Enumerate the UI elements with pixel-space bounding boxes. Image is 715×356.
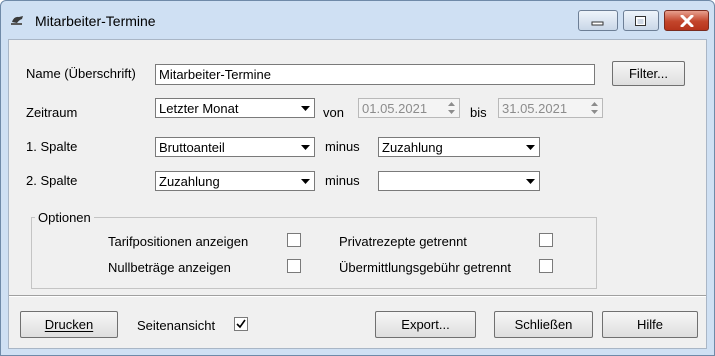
window-title: Mitarbeiter-Termine	[35, 13, 156, 29]
spalte1-label: 1. Spalte	[26, 139, 78, 154]
uebermittlung-label: Übermittlungsgebühr getrennt	[339, 260, 511, 275]
bis-label: bis	[470, 105, 487, 120]
spin-down-icon[interactable]	[588, 108, 601, 116]
von-date-value: 01.05.2021	[362, 101, 428, 116]
drucken-button[interactable]: Drucken	[20, 311, 118, 338]
name-input[interactable]: Mitarbeiter-Termine	[155, 64, 595, 85]
privat-checkbox[interactable]	[539, 233, 553, 247]
chevron-down-icon	[297, 100, 313, 116]
von-label: von	[323, 105, 344, 120]
spalte2-minus-select[interactable]	[378, 171, 540, 191]
spin-down-icon[interactable]	[445, 108, 458, 116]
close-button[interactable]	[664, 10, 709, 31]
bis-date-value: 31.05.2021	[502, 101, 568, 116]
title-bar[interactable]: Mitarbeiter-Termine	[1, 1, 714, 39]
von-date-input[interactable]: 01.05.2021	[358, 98, 460, 118]
separator	[9, 295, 706, 297]
spalte1-minus-value: Zuzahlung	[382, 140, 443, 155]
zeitraum-select[interactable]: Letzter Monat	[155, 98, 315, 118]
minimize-icon	[591, 21, 604, 25]
options-groupbox	[31, 217, 597, 289]
dialog-client: Name (Überschrift) Mitarbeiter-Termine F…	[8, 39, 707, 349]
uebermittlung-checkbox[interactable]	[539, 259, 553, 273]
seitenansicht-label: Seitenansicht	[137, 318, 216, 333]
drucken-button-label: Drucken	[44, 317, 94, 332]
maximize-icon	[635, 15, 646, 26]
name-label: Name (Überschrift)	[26, 66, 136, 81]
chevron-down-icon	[522, 173, 538, 189]
chevron-down-icon	[522, 139, 538, 155]
spin-up-icon[interactable]	[588, 100, 601, 108]
spalte2-label: 2. Spalte	[26, 173, 78, 188]
privat-label: Privatrezepte getrennt	[339, 234, 467, 249]
spalte2-select[interactable]: Zuzahlung	[155, 171, 315, 191]
chevron-down-icon	[297, 139, 313, 155]
export-button[interactable]: Export...	[375, 311, 476, 338]
null-label: Nullbeträge anzeigen	[108, 260, 231, 275]
spalte1-value: Bruttoanteil	[159, 140, 225, 155]
chevron-down-icon	[297, 173, 313, 189]
tarif-label: Tarifpositionen anzeigen	[108, 234, 249, 249]
bis-date-input[interactable]: 31.05.2021	[498, 98, 603, 118]
checkmark-icon	[236, 319, 246, 329]
dialog-window: Mitarbeiter-Termine Name (Überschrift) M…	[0, 0, 715, 356]
zeitraum-value: Letzter Monat	[159, 101, 239, 116]
spalte2-minus-label: minus	[325, 173, 360, 188]
tarif-checkbox[interactable]	[287, 233, 301, 247]
spin-up-icon[interactable]	[445, 100, 458, 108]
app-icon	[11, 16, 23, 25]
maximize-button[interactable]	[623, 10, 659, 31]
zeitraum-label: Zeitraum	[26, 105, 78, 120]
null-checkbox[interactable]	[287, 259, 301, 273]
options-group-title: Optionen	[35, 210, 94, 225]
close-icon	[680, 14, 693, 27]
hilfe-button[interactable]: Hilfe	[602, 311, 698, 338]
spalte1-minus-select[interactable]: Zuzahlung	[378, 137, 540, 157]
spalte2-value: Zuzahlung	[159, 174, 220, 189]
spalte1-minus-label: minus	[325, 139, 360, 154]
filter-button[interactable]: Filter...	[612, 61, 685, 86]
minimize-button[interactable]	[578, 10, 618, 31]
schliessen-button[interactable]: Schließen	[494, 311, 593, 338]
seitenansicht-checkbox[interactable]	[234, 317, 248, 331]
spalte1-select[interactable]: Bruttoanteil	[155, 137, 315, 157]
